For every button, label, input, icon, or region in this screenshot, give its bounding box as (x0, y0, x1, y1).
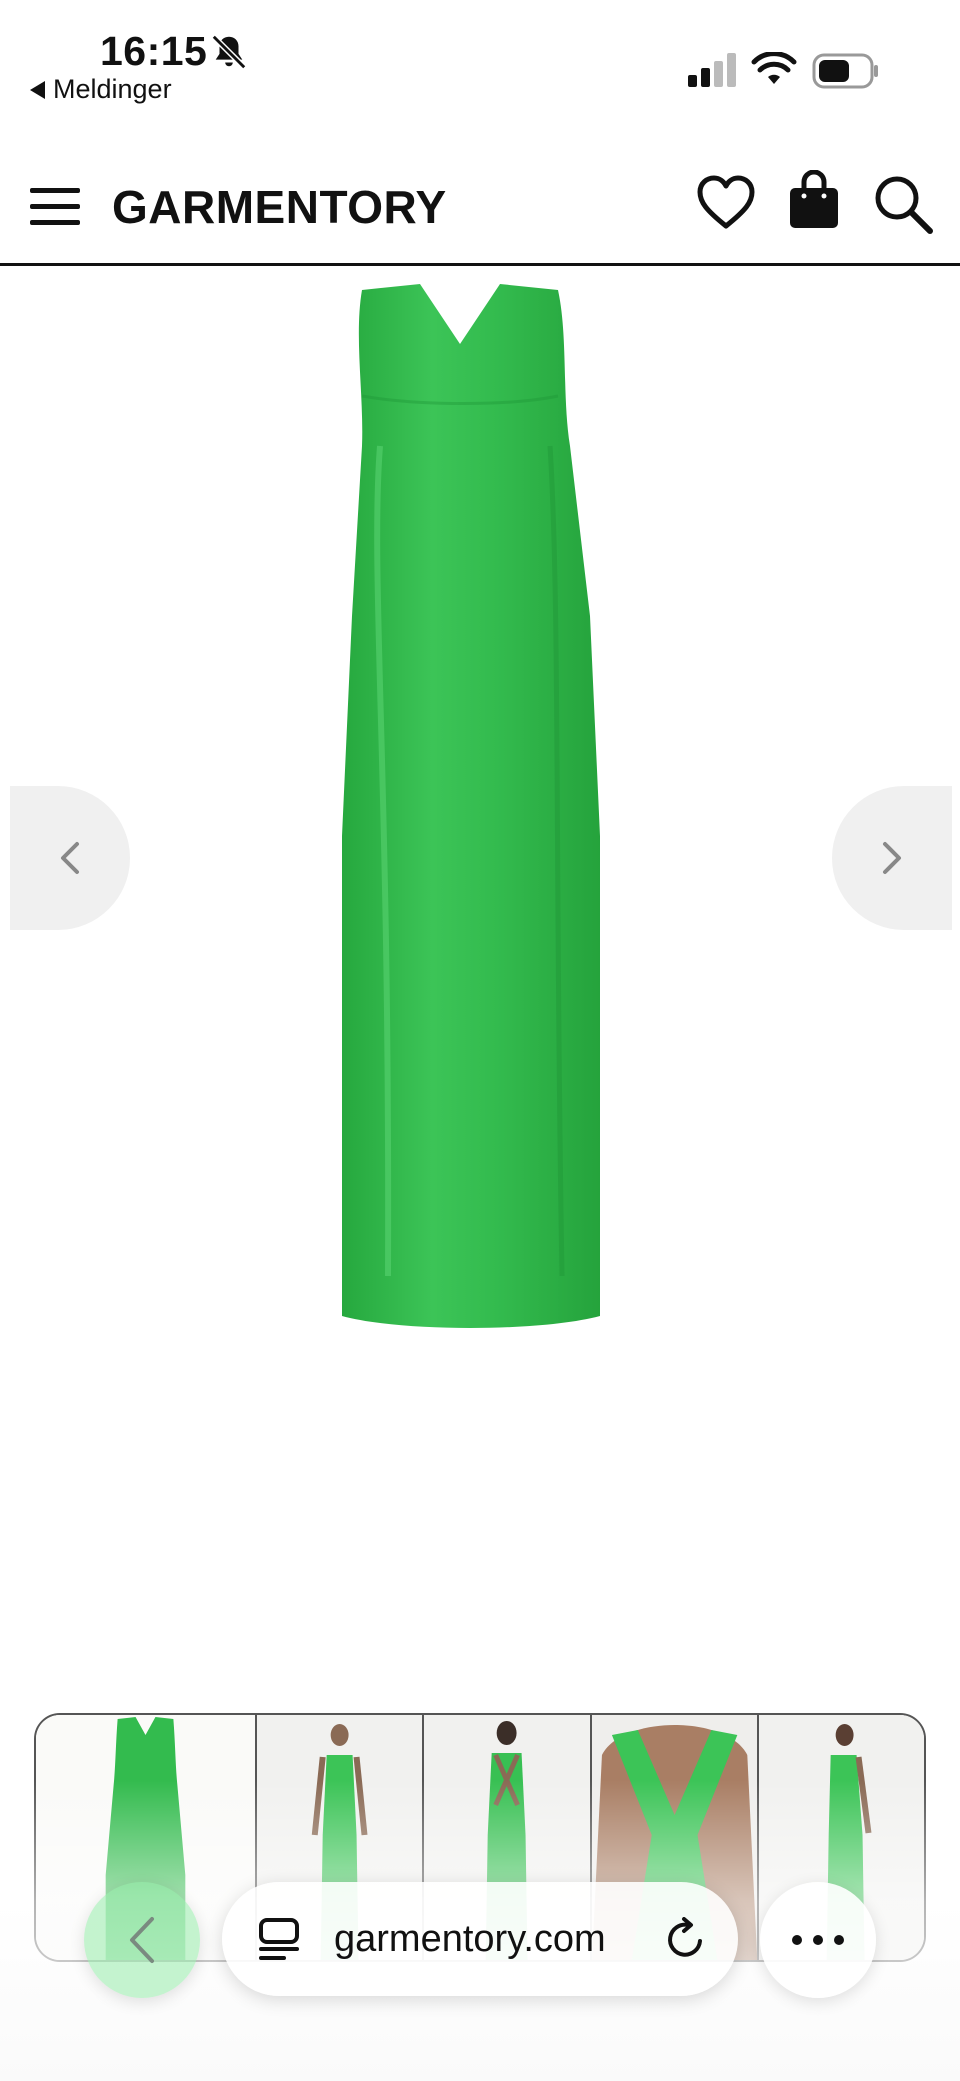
reload-icon[interactable] (664, 1917, 708, 1961)
browser-back-button[interactable] (84, 1882, 200, 1998)
url-text[interactable]: garmentory.com (334, 1918, 606, 1961)
status-bar: 16:15 Meldinger (0, 0, 960, 130)
search-icon[interactable] (872, 173, 934, 235)
more-button[interactable] (760, 1882, 876, 1998)
more-icon (792, 1935, 844, 1945)
chevron-left-icon (61, 842, 79, 874)
tabs-icon[interactable] (258, 1917, 300, 1961)
back-triangle-icon (30, 80, 45, 99)
heart-icon[interactable] (696, 174, 756, 232)
back-app-label: Meldinger (53, 74, 172, 104)
site-logo[interactable]: GARMENTORY (112, 180, 447, 234)
green-dress-image (342, 284, 600, 1328)
bell-slash-icon (211, 34, 247, 70)
site-header: GARMENTORY (0, 150, 960, 266)
chevron-right-icon (883, 842, 901, 874)
menu-icon[interactable] (30, 185, 80, 229)
battery-icon (812, 53, 878, 89)
signal-icon (688, 53, 736, 87)
bag-icon[interactable] (786, 170, 842, 230)
back-to-app-link[interactable]: Meldinger (30, 74, 172, 105)
back-icon (130, 1917, 154, 1963)
product-main-image[interactable] (0, 266, 960, 1686)
gallery-prev-button[interactable] (10, 786, 130, 930)
address-bar[interactable]: garmentory.com (222, 1882, 738, 1996)
status-time: 16:15 (100, 28, 208, 74)
gallery-next-button[interactable] (832, 786, 952, 930)
wifi-icon (751, 52, 797, 84)
